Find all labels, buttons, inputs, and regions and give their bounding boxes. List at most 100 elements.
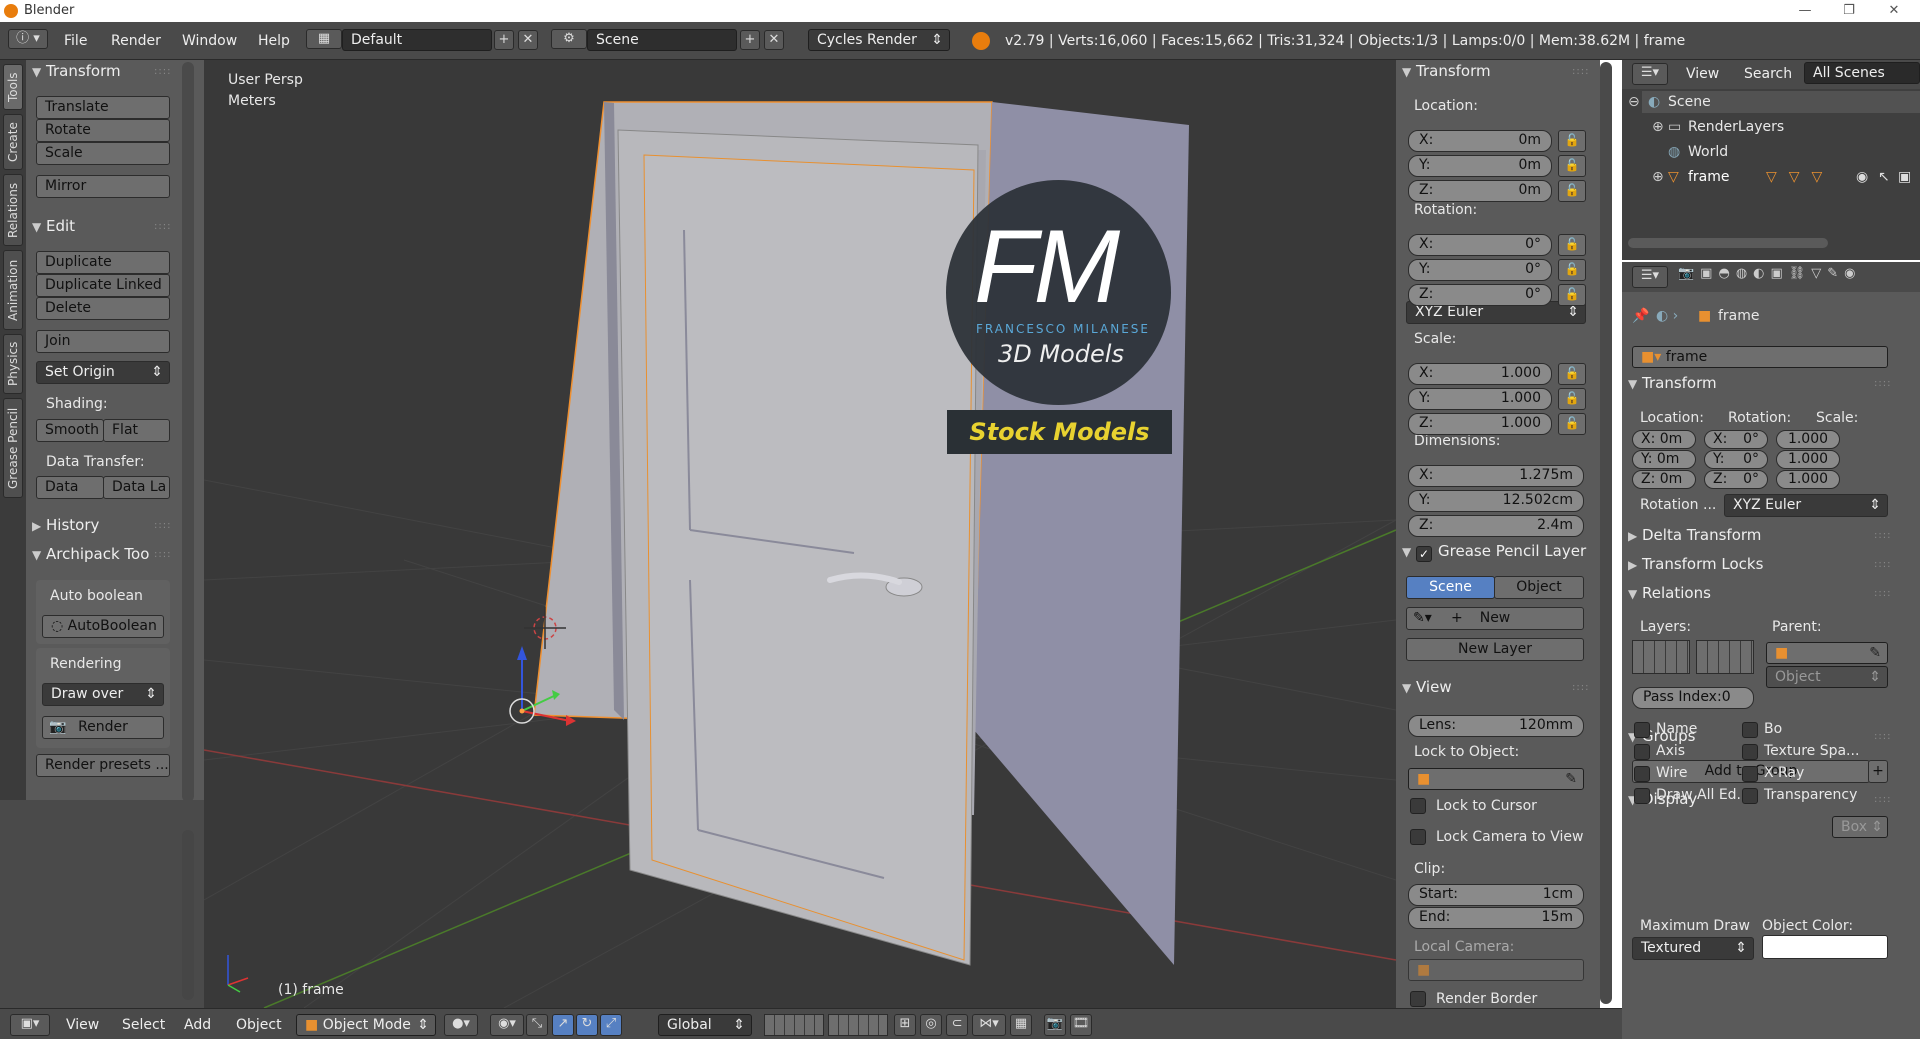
menu-add[interactable]: Add [184, 1017, 211, 1033]
rotation-x-field[interactable]: X: 0° [1408, 234, 1552, 256]
duplicate-linked-button[interactable]: Duplicate Linked [36, 274, 170, 297]
translate-button[interactable]: Translate [36, 96, 170, 119]
display-1-right-checkbox[interactable] [1742, 744, 1758, 760]
scale-z-field[interactable]: Z: 1.000 [1408, 413, 1552, 435]
pivot-icon[interactable]: ◉▾ [490, 1014, 524, 1036]
display-2-right-checkbox[interactable] [1742, 766, 1758, 782]
clip-start-field[interactable]: Start: 1cm [1408, 884, 1584, 906]
scale-manipulator-icon[interactable]: ⤢ [600, 1014, 622, 1036]
smooth-button[interactable]: Smooth [36, 419, 104, 442]
mirror-button[interactable]: Mirror [36, 175, 170, 198]
rotation-x-lock-icon[interactable]: 🔓 [1558, 234, 1586, 256]
remove-layout-icon[interactable]: ✕ [518, 30, 538, 50]
gp-enable-checkbox[interactable]: ✓ [1416, 546, 1432, 562]
tab-physics[interactable]: Physics [3, 334, 23, 394]
manipulator-toggle-icon[interactable]: ⤡ [526, 1014, 548, 1036]
delete-button[interactable]: Delete [36, 297, 170, 320]
layers-grid-2[interactable] [1696, 640, 1754, 674]
props-scale-z-field[interactable]: 1.000 [1776, 470, 1840, 489]
remove-scene-icon[interactable]: ✕ [764, 30, 784, 50]
redo-scrollbar[interactable] [182, 830, 194, 1000]
dimensions-z-field[interactable]: Z: 2.4m [1408, 515, 1584, 537]
props-transform-header[interactable]: ▼ Transform [1628, 374, 1717, 392]
shading-mode-icon[interactable]: ●▾ [444, 1014, 478, 1036]
scene-layers-grid-2[interactable] [828, 1014, 888, 1036]
expand-icon[interactable]: ⊕ [1652, 119, 1664, 135]
set-origin-select[interactable]: Set Origin ⇕ [36, 361, 170, 384]
snap-element-icon[interactable]: ⋈▾ [972, 1014, 1006, 1036]
parent-field[interactable]: ■ ✎ [1766, 642, 1888, 664]
props-context-tabs[interactable]: 📷▣◓◍◐▣⛓▽✎◉ [1678, 266, 1920, 288]
snap-target-icon[interactable]: ▦ [1010, 1014, 1032, 1036]
rotate-manipulator-icon[interactable]: ↻ [576, 1014, 598, 1036]
eye-icon[interactable]: ◉ [1856, 169, 1868, 185]
outliner-menu-search[interactable]: Search [1744, 66, 1792, 82]
eyedropper-icon[interactable]: ✎ [1869, 645, 1881, 662]
relations-header[interactable]: ▼ Relations [1628, 584, 1711, 602]
lock-to-cursor-checkbox[interactable] [1410, 798, 1426, 814]
add-scene-icon[interactable]: + [740, 30, 760, 50]
pin-icon[interactable]: 📌 [1632, 308, 1649, 324]
editor-type-info-icon[interactable]: ⓘ ▾ [8, 29, 48, 49]
rotation-z-field[interactable]: Z: 0° [1408, 284, 1552, 306]
join-button[interactable]: Join [36, 330, 170, 353]
props-scale-x-field[interactable]: 1.000 [1776, 430, 1840, 449]
menu-object[interactable]: Object [236, 1017, 282, 1033]
parent-type-select[interactable]: Object ⇕ [1766, 666, 1888, 688]
scale-y-field[interactable]: Y: 1.000 [1408, 388, 1552, 410]
props-rot-x-field[interactable]: X: 0° [1704, 430, 1768, 449]
outliner-filter-select[interactable]: All Scenes [1804, 62, 1920, 84]
toolshelf-scrollbar[interactable] [182, 62, 194, 802]
outliner-world[interactable]: World [1688, 144, 1728, 160]
display-1-left-checkbox[interactable] [1634, 744, 1650, 760]
outliner-frame[interactable]: frame [1688, 169, 1730, 185]
object-name-field[interactable]: ■▾ frame [1632, 346, 1888, 368]
clip-end-field[interactable]: End: 15m [1408, 907, 1584, 929]
rotation-y-lock-icon[interactable]: 🔓 [1558, 259, 1586, 281]
menu-window[interactable]: Window [182, 33, 237, 49]
render-engine-select[interactable]: Cycles Render ⇕ [808, 29, 950, 51]
add-group-plus-icon[interactable]: + [1868, 760, 1888, 783]
dimensions-y-field[interactable]: Y: 12.502cm [1408, 490, 1584, 512]
expand-icon[interactable]: ⊕ [1652, 169, 1664, 185]
grease-pencil-layer-header[interactable]: ▼ ✓ Grease Pencil Layer [1402, 542, 1586, 562]
tab-tools[interactable]: Tools [3, 64, 23, 110]
display-0-right-checkbox[interactable] [1742, 722, 1758, 738]
props-scale-y-field[interactable]: 1.000 [1776, 450, 1840, 469]
scale-z-lock-icon[interactable]: 🔓 [1558, 413, 1586, 435]
scale-x-field[interactable]: X: 1.000 [1408, 363, 1552, 385]
data-button[interactable]: Data [36, 476, 104, 499]
display-0-left-checkbox[interactable] [1634, 722, 1650, 738]
scale-button[interactable]: Scale [36, 142, 170, 165]
object-color-swatch[interactable] [1762, 935, 1888, 959]
menu-render[interactable]: Render [111, 33, 161, 49]
display-2-left-checkbox[interactable] [1634, 766, 1650, 782]
outliner-hscrollbar[interactable] [1628, 238, 1828, 248]
draw-over-select[interactable]: Draw over ⇕ [42, 683, 164, 706]
props-rot-mode-select[interactable]: XYZ Euler ⇕ [1724, 494, 1888, 517]
npanel-scrollbar[interactable] [1600, 62, 1612, 1004]
menu-help[interactable]: Help [258, 33, 290, 49]
scene-field[interactable]: Scene [587, 29, 737, 51]
scale-x-lock-icon[interactable]: 🔓 [1558, 363, 1586, 385]
scene-icon[interactable]: ⚙ [551, 29, 587, 49]
eyedropper-icon[interactable]: ✎ [1565, 771, 1577, 788]
translate-manipulator-icon[interactable]: ↗ [552, 1014, 574, 1036]
menu-view[interactable]: View [66, 1017, 99, 1033]
npanel-transform-header[interactable]: ▼ Transform [1402, 62, 1491, 80]
location-x-field[interactable]: X: 0m [1408, 130, 1552, 152]
camera-render-icon[interactable]: ▣ [1898, 169, 1911, 185]
lock-camera-checkbox[interactable] [1410, 829, 1426, 845]
outliner-editor-icon[interactable]: ☰▾ [1632, 63, 1668, 85]
panel-transform-header[interactable]: ▼ Transform [32, 62, 121, 80]
panel-edit-header[interactable]: ▼ Edit [32, 217, 75, 235]
layers-grid-1[interactable] [1632, 640, 1690, 674]
bounds-type-select[interactable]: Box ⇕ [1832, 816, 1888, 838]
panel-archipack-header[interactable]: ▼ Archipack Too [32, 545, 149, 563]
tab-create[interactable]: Create [3, 114, 23, 170]
outliner-menu-view[interactable]: View [1686, 66, 1719, 82]
menu-file[interactable]: File [64, 33, 87, 49]
duplicate-button[interactable]: Duplicate [36, 251, 170, 274]
render-border-checkbox[interactable] [1410, 991, 1426, 1007]
screen-layout-field[interactable]: Default [342, 29, 492, 51]
